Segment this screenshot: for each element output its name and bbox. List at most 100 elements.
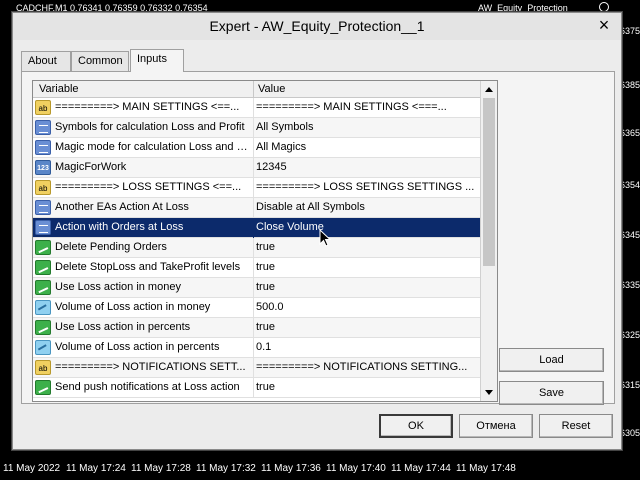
variable-name: MagicForWork <box>55 161 127 173</box>
integer-type-icon: 123 <box>35 160 51 175</box>
enum-type-icon <box>35 120 51 135</box>
load-button[interactable]: Load <box>499 348 604 372</box>
cell-divider <box>253 298 254 318</box>
variable-name: Volume of Loss action in percents <box>55 341 220 353</box>
scroll-down-icon[interactable] <box>485 390 493 395</box>
expert-dialog: Expert - AW_Equity_Protection__1 × About… <box>12 12 622 450</box>
cell-divider <box>253 178 254 198</box>
time-label: 11 May 17:40 <box>326 463 386 474</box>
time-label: 11 May 17:48 <box>456 463 516 474</box>
price-label: 6325 <box>620 330 640 340</box>
cell-divider <box>253 118 254 138</box>
column-header-value[interactable]: Value <box>258 83 285 95</box>
variable-name: Delete StopLoss and TakeProfit levels <box>55 261 241 273</box>
cell-divider <box>253 198 254 218</box>
variable-value[interactable]: true <box>256 241 476 253</box>
cell-divider <box>253 238 254 258</box>
time-label: 11 May 17:44 <box>391 463 451 474</box>
table-row[interactable]: ab =========> MAIN SETTINGS <==... =======… <box>33 98 481 118</box>
scroll-up-icon[interactable] <box>485 87 493 92</box>
vertical-scrollbar[interactable] <box>480 81 497 401</box>
dialog-title: Expert - AW_Equity_Protection__1 <box>209 18 425 34</box>
table-row[interactable]: ab =========> LOSS SETTINGS <==... =======… <box>33 178 481 198</box>
variable-name: Magic mode for calculation Loss and P... <box>55 141 251 153</box>
dialog-titlebar[interactable]: Expert - AW_Equity_Protection__1 × <box>13 13 621 40</box>
table-row[interactable]: ab =========> NOTIFICATIONS SETT... ======… <box>33 358 481 378</box>
table-row[interactable]: Send push notifications at Loss action tr… <box>33 378 481 398</box>
variable-name: Another EAs Action At Loss <box>55 201 189 213</box>
variable-value[interactable]: 12345 <box>256 161 476 173</box>
price-label: 6335 <box>620 280 640 290</box>
variable-name: Volume of Loss action in money <box>55 301 211 313</box>
column-divider[interactable] <box>253 81 254 98</box>
variable-value[interactable]: true <box>256 261 476 273</box>
time-axis: 11 May 2022 11 May 17:24 11 May 17:28 11… <box>0 460 640 480</box>
variable-value[interactable]: All Symbols <box>256 121 476 133</box>
table-row[interactable]: Delete StopLoss and TakeProfit levels tru… <box>33 258 481 278</box>
double-type-icon <box>35 340 51 355</box>
scroll-thumb[interactable] <box>483 98 495 266</box>
table-row[interactable]: Use Loss action in percents true <box>33 318 481 338</box>
cell-divider <box>253 378 254 398</box>
tab-inputs[interactable]: Inputs <box>130 49 184 72</box>
time-label: 11 May 17:36 <box>261 463 321 474</box>
smiley-icon <box>599 2 609 12</box>
close-icon[interactable]: × <box>593 15 615 35</box>
table-row[interactable]: Another EAs Action At Loss Disable at All… <box>33 198 481 218</box>
table-row[interactable]: Action with Orders at Loss Close Volume <box>33 218 481 238</box>
table-row[interactable]: Magic mode for calculation Loss and P...… <box>33 138 481 158</box>
variable-value[interactable]: 0.1 <box>256 341 476 353</box>
enum-type-icon <box>35 220 51 235</box>
column-header-variable[interactable]: Variable <box>39 83 79 95</box>
table-row[interactable]: Volume of Loss action in percents 0.1 <box>33 338 481 358</box>
variable-name: =========> LOSS SETTINGS <==... <box>55 181 242 193</box>
grid-header: Variable Value <box>33 81 481 98</box>
bool-type-icon <box>35 380 51 395</box>
bool-type-icon <box>35 320 51 335</box>
variable-value[interactable]: 500.0 <box>256 301 476 313</box>
variable-value[interactable]: =========> NOTIFICATIONS SETTING... <box>256 361 476 373</box>
bool-type-icon <box>35 280 51 295</box>
variable-name: Use Loss action in percents <box>55 321 191 333</box>
cell-divider <box>253 158 254 178</box>
string-type-icon: ab <box>35 360 51 375</box>
price-label: 6365 <box>620 128 640 138</box>
cancel-button[interactable]: Отмена <box>459 414 533 438</box>
variable-name: =========> MAIN SETTINGS <==... <box>55 101 240 113</box>
tab-about[interactable]: About <box>21 51 71 71</box>
variable-value[interactable]: true <box>256 321 476 333</box>
variable-name: Symbols for calculation Loss and Profit <box>55 121 245 133</box>
cell-divider <box>253 258 254 278</box>
price-label: 6315 <box>620 380 640 390</box>
inputs-grid: Variable Value ab =========> MAIN SETTING… <box>32 80 498 402</box>
table-row[interactable]: Use Loss action in money true <box>33 278 481 298</box>
variable-value[interactable]: Close Volume <box>256 221 476 233</box>
tab-common[interactable]: Common <box>71 51 129 71</box>
reset-button[interactable]: Reset <box>539 414 613 438</box>
mouse-cursor-icon <box>319 229 331 247</box>
string-type-icon: ab <box>35 100 51 115</box>
bool-type-icon <box>35 260 51 275</box>
bool-type-icon <box>35 240 51 255</box>
variable-value[interactable]: Disable at All Symbols <box>256 201 476 213</box>
cell-divider <box>253 318 254 338</box>
variable-value[interactable]: All Magics <box>256 141 476 153</box>
cell-divider <box>253 98 254 118</box>
time-label: 11 May 17:28 <box>131 463 191 474</box>
variable-name: =========> NOTIFICATIONS SETT... <box>55 361 246 373</box>
variable-value[interactable]: =========> LOSS SETINGS SETTINGS ... <box>256 181 476 193</box>
save-button[interactable]: Save <box>499 381 604 405</box>
table-row[interactable]: 123 MagicForWork 12345 <box>33 158 481 178</box>
table-row[interactable]: Symbols for calculation Loss and Profit A… <box>33 118 481 138</box>
variable-value[interactable]: true <box>256 281 476 293</box>
table-row[interactable]: Volume of Loss action in money 500.0 <box>33 298 481 318</box>
table-row[interactable]: Delete Pending Orders true <box>33 238 481 258</box>
variable-value[interactable]: true <box>256 381 476 393</box>
double-type-icon <box>35 300 51 315</box>
price-label: 6385 <box>620 80 640 90</box>
ok-button[interactable]: OK <box>379 414 453 438</box>
variable-name: Action with Orders at Loss <box>55 221 184 233</box>
variable-value[interactable]: =========> MAIN SETTINGS <===... <box>256 101 476 113</box>
variable-name: Use Loss action in money <box>55 281 181 293</box>
variable-name: Delete Pending Orders <box>55 241 167 253</box>
